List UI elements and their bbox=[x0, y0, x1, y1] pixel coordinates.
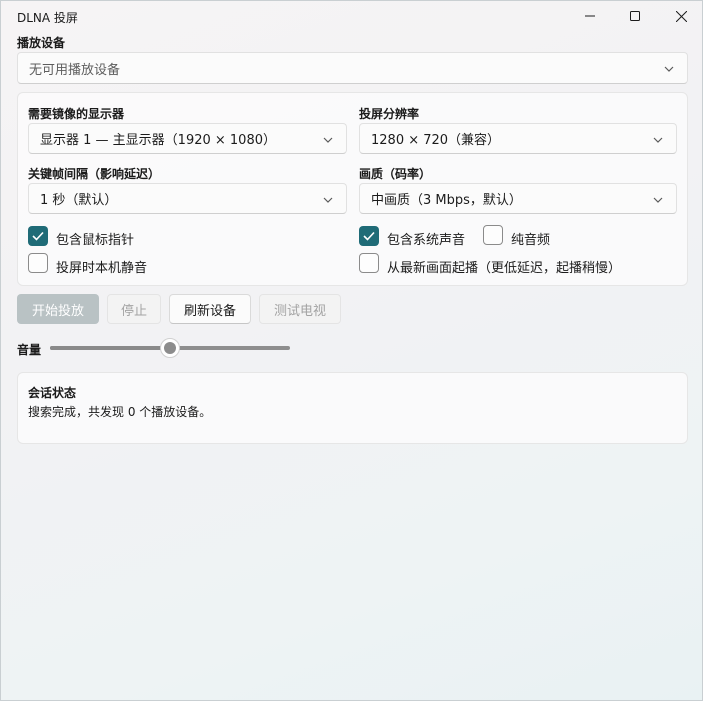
volume-slider-fill bbox=[50, 346, 170, 350]
volume-label: 音量 bbox=[17, 343, 42, 357]
keyframe-select[interactable]: 1 秒（默认） bbox=[28, 183, 347, 214]
mute-local-label: 投屏时本机静音 bbox=[56, 261, 148, 276]
include-system-audio-label: 包含系统声音 bbox=[387, 233, 466, 248]
mute-local-checkbox[interactable] bbox=[28, 253, 48, 273]
quality-select-value: 中画质（3 Mbps，默认） bbox=[371, 193, 522, 208]
keyframe-select-value: 1 秒（默认） bbox=[40, 193, 118, 208]
volume-slider-thumb[interactable] bbox=[160, 338, 180, 358]
checkmark-icon bbox=[363, 231, 375, 241]
start-from-latest-label: 从最新画面起播（更低延迟，起播稍慢） bbox=[387, 261, 622, 276]
chevron-down-icon bbox=[323, 137, 333, 143]
audio-only-checkbox[interactable] bbox=[483, 225, 503, 245]
chevron-down-icon bbox=[323, 197, 333, 203]
chevron-down-icon bbox=[653, 197, 663, 203]
quality-label: 画质（码率） bbox=[359, 167, 432, 181]
display-select-value: 显示器 1 — 主显示器（1920 × 1080） bbox=[40, 133, 276, 148]
session-status-title: 会话状态 bbox=[28, 386, 77, 400]
display-select[interactable]: 显示器 1 — 主显示器（1920 × 1080） bbox=[28, 123, 347, 154]
device-select[interactable]: 无可用播放设备 bbox=[17, 52, 688, 84]
resolution-select[interactable]: 1280 × 720（兼容） bbox=[359, 123, 677, 154]
maximize-icon bbox=[630, 11, 640, 21]
display-label: 需要镜像的显示器 bbox=[28, 107, 125, 121]
checkmark-icon bbox=[32, 231, 44, 241]
stop-button[interactable]: 停止 bbox=[107, 294, 161, 324]
start-button[interactable]: 开始投放 bbox=[17, 294, 99, 324]
chevron-down-icon bbox=[653, 137, 663, 143]
volume-slider-thumb-inner bbox=[164, 342, 176, 354]
device-label: 播放设备 bbox=[17, 36, 66, 50]
keyframe-label: 关键帧间隔（影响延迟） bbox=[28, 167, 161, 181]
include-system-audio-checkbox[interactable] bbox=[359, 226, 379, 246]
close-button[interactable] bbox=[658, 1, 703, 31]
device-select-value: 无可用播放设备 bbox=[29, 62, 121, 78]
close-icon bbox=[675, 10, 687, 22]
maximize-button[interactable] bbox=[612, 1, 658, 31]
include-cursor-checkbox[interactable] bbox=[28, 226, 48, 246]
chevron-down-icon bbox=[664, 66, 674, 72]
session-status-message: 搜索完成，共发现 0 个播放设备。 bbox=[28, 405, 212, 419]
window-title: DLNA 投屏 bbox=[17, 11, 78, 25]
include-cursor-label: 包含鼠标指针 bbox=[56, 233, 135, 248]
audio-only-label: 纯音频 bbox=[511, 233, 551, 248]
minimize-icon bbox=[585, 15, 595, 17]
minimize-button[interactable] bbox=[567, 1, 613, 31]
title-bar: DLNA 投屏 bbox=[1, 1, 702, 31]
test-tv-button[interactable]: 测试电视 bbox=[259, 294, 341, 324]
quality-select[interactable]: 中画质（3 Mbps，默认） bbox=[359, 183, 677, 214]
refresh-devices-button[interactable]: 刷新设备 bbox=[169, 294, 251, 324]
resolution-select-value: 1280 × 720（兼容） bbox=[371, 133, 501, 148]
resolution-label: 投屏分辨率 bbox=[359, 107, 420, 121]
start-from-latest-checkbox[interactable] bbox=[359, 253, 379, 273]
